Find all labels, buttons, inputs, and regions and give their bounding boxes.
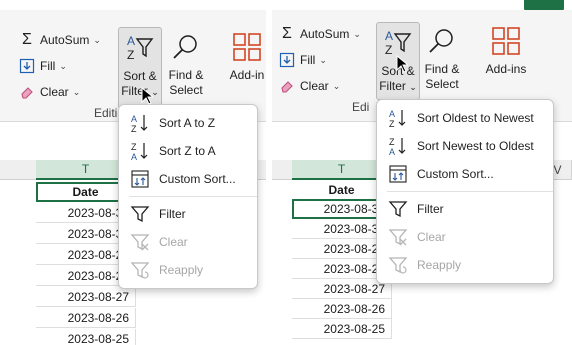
- magnifier-icon: [425, 24, 459, 58]
- menu-item-sort-a-to-z[interactable]: AZ Sort A to Z: [119, 109, 257, 137]
- group-label-editing: Edi: [352, 100, 370, 114]
- fill-button[interactable]: Fill ⌄: [18, 56, 67, 76]
- menu-item-sort-oldest-to-newest[interactable]: AZ Sort Oldest to Newest: [377, 104, 553, 132]
- funnel-icon: [387, 198, 409, 220]
- mouse-pointer-icon: [141, 87, 153, 105]
- custom-sort-icon: [387, 163, 409, 185]
- autosum-button[interactable]: Σ AutoSum ⌄: [278, 24, 361, 44]
- eraser-icon: [278, 77, 296, 95]
- custom-sort-icon: [129, 168, 151, 190]
- menu-item-reapply[interactable]: Reapply: [377, 251, 553, 279]
- sigma-icon: Σ: [22, 31, 32, 48]
- magnifier-icon: [169, 30, 203, 64]
- svg-text:Z: Z: [389, 137, 395, 147]
- clear-button[interactable]: Clear ⌄: [278, 76, 340, 96]
- fill-down-icon: [18, 57, 36, 75]
- add-ins-button[interactable]: Add-in: [224, 30, 266, 83]
- svg-text:Z: Z: [389, 119, 395, 128]
- funnel-icon: [129, 203, 151, 225]
- add-ins-grid-icon: [230, 30, 264, 64]
- fill-down-icon: [278, 51, 296, 69]
- sort-filter-button[interactable]: AZ Sort & Filter ⌄: [118, 27, 162, 109]
- table-row[interactable]: 2023-08-25: [292, 319, 392, 339]
- table-row[interactable]: 2023-08-25: [36, 329, 136, 345]
- menu-item-custom-sort[interactable]: Custom Sort...: [377, 160, 553, 188]
- menu-item-clear[interactable]: Clear: [119, 228, 257, 256]
- find-select-button[interactable]: Find & Select ⌄: [164, 30, 208, 114]
- fill-button[interactable]: Fill ⌄: [278, 50, 327, 70]
- table-row[interactable]: 2023-08-26: [36, 308, 136, 328]
- chevron-down-icon[interactable]: ⌄: [319, 55, 327, 66]
- title-bar-strip: [272, 0, 572, 14]
- svg-text:Z: Z: [127, 48, 134, 62]
- autosum-button[interactable]: Σ AutoSum ⌄: [18, 30, 101, 50]
- svg-text:Z: Z: [131, 142, 137, 152]
- sort-filter-dropdown-menu: AZ Sort A to Z ZA Sort Z to A Custom Sor…: [118, 104, 258, 289]
- menu-item-clear[interactable]: Clear: [377, 223, 553, 251]
- reapply-filter-icon: [387, 254, 409, 276]
- svg-text:A: A: [127, 34, 135, 48]
- chevron-down-icon[interactable]: ⌄: [93, 35, 101, 46]
- svg-text:A: A: [385, 29, 393, 43]
- svg-text:A: A: [131, 152, 137, 161]
- chevron-down-icon[interactable]: ⌄: [333, 81, 341, 92]
- add-ins-button[interactable]: Add-ins: [480, 24, 532, 77]
- menu-item-custom-sort[interactable]: Custom Sort...: [119, 165, 257, 193]
- svg-text:A: A: [389, 147, 395, 156]
- clear-button[interactable]: Clear ⌄: [18, 82, 80, 102]
- clear-filter-icon: [387, 226, 409, 248]
- menu-item-sort-z-to-a[interactable]: ZA Sort Z to A: [119, 137, 257, 165]
- svg-text:Z: Z: [385, 43, 392, 57]
- eraser-icon: [18, 83, 36, 101]
- group-label-editing: Editi: [94, 106, 118, 120]
- svg-text:A: A: [131, 114, 137, 124]
- svg-text:A: A: [389, 109, 395, 119]
- menu-separator: [387, 191, 553, 192]
- chevron-down-icon[interactable]: ⌄: [353, 29, 361, 40]
- right-screenshot-panel: Σ AutoSum ⌄ Fill ⌄ Clear ⌄ AZ Sort & Fil…: [272, 0, 572, 345]
- reapply-filter-icon: [129, 259, 151, 281]
- left-screenshot-panel: Σ AutoSum ⌄ Fill ⌄ Clear ⌄ AZ Sort & Fil…: [0, 0, 266, 345]
- mouse-pointer-icon: [396, 55, 408, 73]
- menu-item-reapply[interactable]: Reapply: [119, 256, 257, 284]
- sort-filter-icon: AZ: [123, 31, 157, 65]
- table-row[interactable]: 2023-08-27: [36, 287, 136, 307]
- sort-ascending-icon: AZ: [129, 112, 151, 134]
- sort-filter-dropdown-menu: AZ Sort Oldest to Newest ZA Sort Newest …: [376, 99, 554, 284]
- menu-item-filter[interactable]: Filter: [119, 200, 257, 228]
- sort-descending-icon: ZA: [129, 140, 151, 162]
- find-select-button[interactable]: Find & Select ⌄: [420, 24, 464, 108]
- chevron-down-icon[interactable]: ⌄: [73, 87, 81, 98]
- table-row[interactable]: 2023-08-26: [292, 299, 392, 319]
- sigma-icon: Σ: [282, 25, 292, 42]
- sort-descending-icon: ZA: [387, 135, 409, 157]
- title-bar-strip: [0, 0, 266, 10]
- svg-text:Z: Z: [131, 124, 137, 133]
- clear-filter-icon: [129, 231, 151, 253]
- menu-item-filter[interactable]: Filter: [377, 195, 553, 223]
- menu-item-sort-newest-to-oldest[interactable]: ZA Sort Newest to Oldest: [377, 132, 553, 160]
- sort-ascending-icon: AZ: [387, 107, 409, 129]
- chevron-down-icon[interactable]: ⌄: [59, 61, 67, 72]
- menu-separator: [129, 196, 257, 197]
- chevron-down-icon: ⌄: [409, 82, 417, 92]
- add-ins-grid-icon: [489, 24, 523, 58]
